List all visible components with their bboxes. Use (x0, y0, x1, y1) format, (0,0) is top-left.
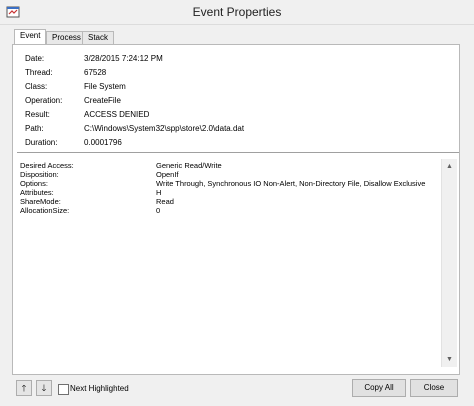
previous-event-button[interactable]: 🡑 (16, 380, 32, 396)
field-label: Duration: (25, 138, 58, 147)
detail-row: Desired Access: Generic Read/Write (20, 161, 443, 170)
detail-row: AllocationSize: 0 (20, 206, 443, 215)
field-value: 3/28/2015 7:24:12 PM (84, 54, 163, 63)
detail-label: Desired Access: (20, 161, 74, 170)
detail-row: Attributes: H (20, 188, 443, 197)
detail-label: ShareMode: (20, 197, 61, 206)
divider (17, 152, 459, 153)
tab-stack[interactable]: Stack (82, 31, 115, 44)
tab-event[interactable]: Event (14, 29, 47, 44)
detail-row: Options: Write Through, Synchronous IO N… (20, 179, 443, 188)
detail-value: Generic Read/Write (156, 161, 222, 170)
detail-value: Read (156, 197, 174, 206)
field-value: ACCESS DENIED (84, 110, 150, 119)
event-panel: Date: 3/28/2015 7:24:12 PM Thread: 67528… (12, 44, 460, 375)
detail-value: Write Through, Synchronous IO Non-Alert,… (156, 179, 426, 188)
close-button[interactable]: Close (410, 379, 458, 397)
field-label: Date: (25, 54, 45, 63)
detail-row: ShareMode: Read (20, 197, 443, 206)
detail-value: H (156, 188, 162, 197)
detail-label: AllocationSize: (20, 206, 70, 215)
scroll-up-icon[interactable]: ▲ (442, 159, 457, 174)
detail-value: 0 (156, 206, 161, 215)
title-bar: Event Properties (0, 0, 474, 25)
detail-label: Disposition: (20, 170, 59, 179)
detail-row: Disposition: OpenIf (20, 170, 443, 179)
next-highlighted-checkbox[interactable] (58, 384, 69, 395)
copy-all-button[interactable]: Copy All (352, 379, 406, 397)
detail-value: OpenIf (156, 170, 179, 179)
field-label: Path: (25, 124, 44, 133)
field-label: Result: (25, 110, 50, 119)
field-value: 67528 (84, 68, 107, 77)
field-label: Class: (25, 82, 48, 91)
arrow-down-icon: 🡓 (41, 383, 47, 393)
detail-label: Options: (20, 179, 48, 188)
field-value: File System (84, 82, 126, 91)
scroll-down-icon[interactable]: ▼ (442, 352, 457, 367)
details-list[interactable]: Desired Access: Generic Read/Write Dispo… (17, 159, 443, 367)
field-label: Thread: (25, 68, 53, 77)
window-title: Event Properties (192, 5, 282, 19)
field-value: C:\Windows\System32\spp\store\2.0\data.d… (84, 124, 245, 133)
detail-label: Attributes: (20, 188, 54, 197)
details-scrollbar[interactable]: ▲ ▼ (441, 159, 457, 367)
tab-process[interactable]: Process (46, 31, 87, 44)
next-highlighted-label[interactable]: Next Highlighted (70, 383, 129, 394)
field-value: 0.0001796 (84, 138, 122, 147)
field-value: CreateFile (84, 96, 121, 105)
field-label: Operation: (25, 96, 63, 105)
next-event-button[interactable]: 🡓 (36, 380, 52, 396)
arrow-up-icon: 🡑 (21, 383, 27, 393)
